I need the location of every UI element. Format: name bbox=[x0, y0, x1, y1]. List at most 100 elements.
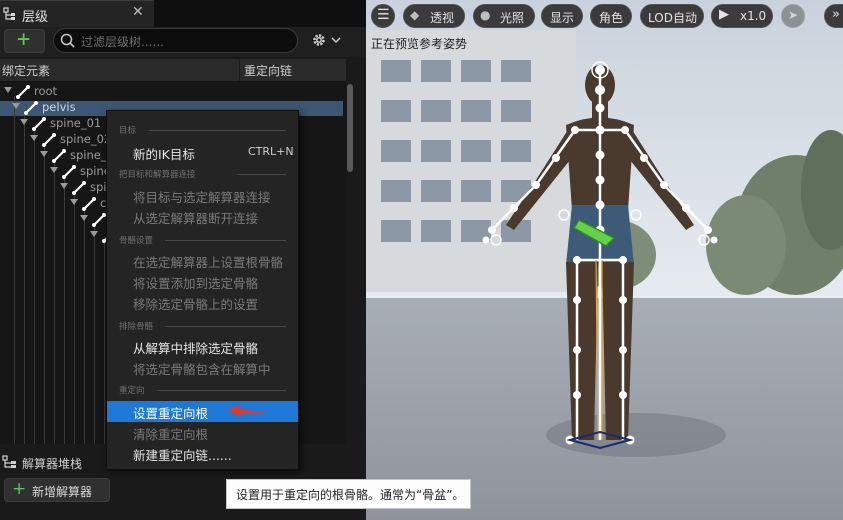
lod-label: LOD自动 bbox=[648, 11, 697, 25]
viewport-scene bbox=[366, 0, 843, 520]
expand-arrow-icon[interactable] bbox=[40, 151, 48, 157]
bone-icon bbox=[72, 181, 86, 195]
search-icon bbox=[60, 33, 75, 48]
menu-item-new-ik-goal[interactable]: 新的IK目标 bbox=[133, 144, 195, 163]
tree-item-label: spine_ bbox=[70, 148, 107, 162]
tree-item-label: spine_02 bbox=[60, 132, 112, 146]
tree-guide bbox=[24, 112, 25, 444]
show-label: 显示 bbox=[550, 11, 575, 25]
add-button[interactable]: + bbox=[4, 27, 45, 53]
bone-icon bbox=[62, 165, 76, 179]
tooltip: 设置用于重定向的根骨骼。通常为“骨盆”。 bbox=[226, 479, 471, 509]
tree-item-label: spine_01 bbox=[50, 116, 102, 130]
tree-guide bbox=[64, 176, 65, 444]
column-retarget-chain[interactable]: 重定向链 bbox=[244, 62, 292, 79]
tree-item-label: root bbox=[34, 84, 58, 98]
character-button[interactable]: 角色 bbox=[590, 4, 632, 28]
tab-title: 层级 bbox=[22, 10, 49, 25]
menu-section-retarget: 重定向 bbox=[119, 386, 145, 396]
viewport-menu-button[interactable]: ☰ bbox=[371, 4, 395, 28]
lod-button[interactable]: LOD自动 bbox=[640, 4, 704, 28]
menu-item-new-retarget-chain[interactable]: 新建重定向链...... bbox=[133, 445, 232, 464]
bone-icon bbox=[42, 133, 56, 147]
tree-guide bbox=[104, 240, 105, 444]
lighting-button[interactable]: ● 光照 bbox=[473, 4, 535, 28]
plus-icon: + bbox=[17, 27, 31, 52]
viewport-status-text: 正在预览参考姿势 bbox=[371, 37, 468, 51]
cursor-icon: ➤ bbox=[788, 8, 799, 22]
double-chevron-icon: » bbox=[832, 7, 840, 22]
hierarchy-icon bbox=[3, 7, 15, 20]
cube-icon: ◆ bbox=[410, 8, 420, 22]
tab-bar: 层级 ✕ bbox=[0, 0, 366, 27]
settings-dropdown[interactable] bbox=[310, 31, 346, 49]
menu-shortcut: CTRL+N bbox=[248, 145, 294, 158]
tree-guide bbox=[74, 192, 75, 444]
gear-icon bbox=[313, 34, 325, 46]
column-divider[interactable] bbox=[239, 59, 240, 81]
menu-item-clear-retarget-root[interactable]: 清除重定向根 bbox=[133, 424, 208, 443]
context-menu: 目标 新的IK目标 CTRL+N 把目标和解算器连接 将目标与选定解算器连接 从… bbox=[106, 110, 299, 470]
overflow-button[interactable]: » bbox=[824, 4, 843, 28]
menu-section-exclude: 排除骨骼 bbox=[119, 322, 154, 332]
menu-item-connect-goal[interactable]: 将目标与选定解算器连接 bbox=[133, 187, 271, 206]
expand-arrow-icon[interactable] bbox=[90, 231, 98, 237]
tab-hierarchy[interactable]: 层级 ✕ bbox=[0, 0, 154, 27]
tree-guide bbox=[14, 96, 15, 444]
expand-arrow-icon[interactable] bbox=[70, 199, 78, 205]
menu-separator bbox=[157, 390, 286, 391]
expand-arrow-icon[interactable] bbox=[12, 103, 20, 109]
viewport[interactable]: ☰ ◆ 透视 ● 光照 显示 角色 LOD自动 ▶ x1.0 ➤ » 正在预览参… bbox=[366, 0, 843, 520]
add-solver-label: 新增解算器 bbox=[32, 485, 93, 499]
menu-section-targets: 目标 bbox=[119, 126, 137, 136]
red-arrow-annotation bbox=[227, 405, 273, 417]
menu-separator bbox=[237, 174, 286, 175]
tree-scrollbar[interactable] bbox=[347, 84, 353, 172]
search-input[interactable]: 过滤层级树...... bbox=[53, 28, 298, 53]
expand-arrow-icon[interactable] bbox=[50, 167, 58, 173]
lighting-label: 光照 bbox=[500, 11, 525, 25]
menu-icon: ☰ bbox=[377, 7, 390, 23]
tree-item-label: pelvis bbox=[42, 100, 76, 114]
plus-icon: + bbox=[12, 479, 27, 499]
chevron-down-icon bbox=[331, 37, 341, 44]
search-placeholder: 过滤层级树...... bbox=[81, 35, 164, 49]
perspective-button[interactable]: ◆ 透视 bbox=[403, 4, 465, 28]
tree-item-label: spi bbox=[90, 180, 107, 194]
expand-arrow-icon[interactable] bbox=[80, 215, 88, 221]
show-button[interactable]: 显示 bbox=[541, 4, 583, 28]
solver-stack-title: 解算器堆栈 bbox=[22, 457, 83, 471]
column-header: 绑定元素 重定向链 bbox=[0, 59, 346, 82]
expand-arrow-icon[interactable] bbox=[30, 135, 38, 141]
menu-separator bbox=[165, 240, 286, 241]
bone-icon bbox=[82, 197, 96, 211]
menu-item-remove-settings[interactable]: 移除选定骨骼上的设置 bbox=[133, 294, 258, 313]
menu-item-set-retarget-root[interactable]: 设置重定向根 bbox=[133, 403, 208, 422]
solver-stack-icon bbox=[2, 455, 16, 468]
lighting-icon: ● bbox=[480, 8, 491, 22]
play-icon: ▶ bbox=[719, 7, 729, 22]
playback-speed-button[interactable]: ▶ x1.0 bbox=[711, 4, 773, 28]
menu-item-add-settings[interactable]: 将设置添加到选定骨骼 bbox=[133, 273, 258, 292]
add-solver-button[interactable]: + 新增解算器 bbox=[4, 478, 110, 502]
playback-speed-label: x1.0 bbox=[740, 9, 767, 23]
menu-item-include-bone[interactable]: 将选定骨骼包含在解算中 bbox=[133, 359, 271, 378]
expand-arrow-icon[interactable] bbox=[4, 87, 12, 93]
menu-item-disconnect[interactable]: 从选定解算器断开连接 bbox=[133, 208, 258, 227]
tree-guide bbox=[34, 128, 35, 444]
menu-item-set-root-bone[interactable]: 在选定解算器上设置根骨骼 bbox=[133, 252, 283, 271]
column-bind-element[interactable]: 绑定元素 bbox=[2, 62, 50, 79]
select-mode-button[interactable]: ➤ bbox=[781, 4, 805, 28]
menu-section-bone-settings: 骨骼设置 bbox=[119, 236, 154, 246]
close-icon[interactable]: ✕ bbox=[132, 4, 144, 20]
menu-item-exclude-bone[interactable]: 从解算中排除选定骨骼 bbox=[133, 338, 258, 357]
bone-icon bbox=[24, 101, 38, 115]
expand-arrow-icon[interactable] bbox=[60, 183, 68, 189]
tree-guide bbox=[54, 160, 55, 444]
character-label: 角色 bbox=[599, 11, 624, 25]
expand-arrow-icon[interactable] bbox=[20, 119, 28, 125]
bone-icon bbox=[32, 117, 46, 131]
menu-section-connect: 把目标和解算器连接 bbox=[119, 170, 196, 180]
tree-guide bbox=[44, 144, 45, 444]
bone-icon bbox=[16, 85, 30, 99]
